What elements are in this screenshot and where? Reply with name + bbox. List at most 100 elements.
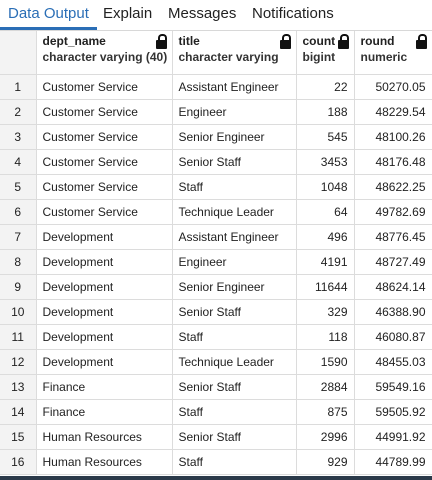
cell-count[interactable]: 2884 <box>296 374 355 400</box>
table-row[interactable]: 4 Customer Service Senior Staff 3453 48176.4… <box>0 149 432 175</box>
cell-title[interactable]: Staff <box>172 174 297 200</box>
row-number[interactable]: 7 <box>0 224 37 250</box>
row-number[interactable]: 5 <box>0 174 37 200</box>
cell-title[interactable]: Senior Staff <box>172 424 297 450</box>
column-header-dept-name[interactable]: dept_name character varying (40) <box>36 31 173 75</box>
cell-round[interactable]: 44991.92 <box>354 424 432 450</box>
table-row[interactable]: 16 Human Resources Staff 929 44789.99 <box>0 449 432 475</box>
cell-round[interactable]: 46388.90 <box>354 299 432 325</box>
cell-round[interactable]: 59505.92 <box>354 399 432 425</box>
column-header-round[interactable]: round numeric <box>354 31 432 75</box>
cell-round[interactable]: 48100.26 <box>354 124 432 150</box>
row-number[interactable]: 8 <box>0 249 37 275</box>
table-row[interactable]: 5 Customer Service Staff 1048 48622.25 <box>0 174 432 200</box>
row-number[interactable]: 15 <box>0 424 37 450</box>
row-number[interactable]: 2 <box>0 99 37 125</box>
cell-dept-name[interactable]: Finance <box>36 374 173 400</box>
row-number[interactable]: 13 <box>0 374 37 400</box>
cell-title[interactable]: Technique Leader <box>172 199 297 225</box>
tab-data-output[interactable]: Data Output <box>8 5 89 22</box>
cell-title[interactable]: Assistant Engineer <box>172 224 297 250</box>
cell-dept-name[interactable]: Development <box>36 249 173 275</box>
cell-title[interactable]: Staff <box>172 399 297 425</box>
cell-dept-name[interactable]: Customer Service <box>36 174 173 200</box>
cell-dept-name[interactable]: Development <box>36 274 173 300</box>
table-row[interactable]: 11 Development Staff 118 46080.87 <box>0 324 432 350</box>
cell-count[interactable]: 118 <box>296 324 355 350</box>
cell-round[interactable]: 46080.87 <box>354 324 432 350</box>
cell-count[interactable]: 4191 <box>296 249 355 275</box>
cell-title[interactable]: Staff <box>172 449 297 475</box>
cell-count[interactable]: 11644 <box>296 274 355 300</box>
row-number[interactable]: 12 <box>0 349 37 375</box>
table-row[interactable]: 12 Development Technique Leader 1590 48455.0… <box>0 349 432 375</box>
cell-dept-name[interactable]: Human Resources <box>36 424 173 450</box>
row-number[interactable]: 1 <box>0 74 37 100</box>
cell-round[interactable]: 48776.45 <box>354 224 432 250</box>
table-row[interactable]: 8 Development Engineer 4191 48727.49 <box>0 249 432 275</box>
row-number[interactable]: 14 <box>0 399 37 425</box>
row-number[interactable]: 4 <box>0 149 37 175</box>
column-header-count[interactable]: count bigint <box>296 31 355 75</box>
cell-title[interactable]: Senior Staff <box>172 374 297 400</box>
cell-count[interactable]: 329 <box>296 299 355 325</box>
row-number[interactable]: 9 <box>0 274 37 300</box>
cell-round[interactable]: 48176.48 <box>354 149 432 175</box>
cell-dept-name[interactable]: Customer Service <box>36 74 173 100</box>
cell-title[interactable]: Senior Staff <box>172 149 297 175</box>
column-header-title[interactable]: title character varying <box>172 31 297 75</box>
table-row[interactable]: 3 Customer Service Senior Engineer 545 48100… <box>0 124 432 150</box>
cell-dept-name[interactable]: Finance <box>36 399 173 425</box>
cell-count[interactable]: 2996 <box>296 424 355 450</box>
cell-count[interactable]: 929 <box>296 449 355 475</box>
cell-title[interactable]: Staff <box>172 324 297 350</box>
cell-count[interactable]: 22 <box>296 74 355 100</box>
cell-count[interactable]: 1048 <box>296 174 355 200</box>
cell-count[interactable]: 64 <box>296 199 355 225</box>
tab-messages[interactable]: Messages <box>168 5 236 22</box>
cell-count[interactable]: 188 <box>296 99 355 125</box>
cell-round[interactable]: 50270.05 <box>354 74 432 100</box>
cell-dept-name[interactable]: Customer Service <box>36 149 173 175</box>
cell-dept-name[interactable]: Development <box>36 224 173 250</box>
cell-round[interactable]: 59549.16 <box>354 374 432 400</box>
cell-count[interactable]: 3453 <box>296 149 355 175</box>
table-row[interactable]: 6 Customer Service Technique Leader 64 49782… <box>0 199 432 225</box>
row-number-header[interactable] <box>0 31 37 75</box>
table-row[interactable]: 10 Development Senior Staff 329 46388.90 <box>0 299 432 325</box>
table-row[interactable]: 15 Human Resources Senior Staff 2996 44991.9… <box>0 424 432 450</box>
table-row[interactable]: 7 Development Assistant Engineer 496 48776.4… <box>0 224 432 250</box>
cell-title[interactable]: Engineer <box>172 249 297 275</box>
cell-dept-name[interactable]: Customer Service <box>36 199 173 225</box>
cell-round[interactable]: 49782.69 <box>354 199 432 225</box>
cell-round[interactable]: 48455.03 <box>354 349 432 375</box>
cell-round[interactable]: 48624.14 <box>354 274 432 300</box>
cell-count[interactable]: 1590 <box>296 349 355 375</box>
cell-count[interactable]: 875 <box>296 399 355 425</box>
table-row[interactable]: 14 Finance Staff 875 59505.92 <box>0 399 432 425</box>
table-row[interactable]: 1 Customer Service Assistant Engineer 22 502… <box>0 74 432 100</box>
cell-round[interactable]: 48727.49 <box>354 249 432 275</box>
cell-title[interactable]: Engineer <box>172 99 297 125</box>
cell-count[interactable]: 496 <box>296 224 355 250</box>
tab-notifications[interactable]: Notifications <box>252 5 334 22</box>
cell-title[interactable]: Senior Engineer <box>172 124 297 150</box>
row-number[interactable]: 6 <box>0 199 37 225</box>
table-row[interactable]: 2 Customer Service Engineer 188 48229.54 <box>0 99 432 125</box>
cell-dept-name[interactable]: Customer Service <box>36 124 173 150</box>
table-row[interactable]: 9 Development Senior Engineer 11644 48624.14 <box>0 274 432 300</box>
cell-count[interactable]: 545 <box>296 124 355 150</box>
table-row[interactable]: 13 Finance Senior Staff 2884 59549.16 <box>0 374 432 400</box>
cell-round[interactable]: 44789.99 <box>354 449 432 475</box>
cell-title[interactable]: Senior Engineer <box>172 274 297 300</box>
cell-title[interactable]: Assistant Engineer <box>172 74 297 100</box>
cell-round[interactable]: 48622.25 <box>354 174 432 200</box>
tab-explain[interactable]: Explain <box>103 5 152 22</box>
cell-title[interactable]: Technique Leader <box>172 349 297 375</box>
row-number[interactable]: 3 <box>0 124 37 150</box>
cell-title[interactable]: Senior Staff <box>172 299 297 325</box>
cell-dept-name[interactable]: Development <box>36 349 173 375</box>
cell-dept-name[interactable]: Human Resources <box>36 449 173 475</box>
row-number[interactable]: 10 <box>0 299 37 325</box>
cell-dept-name[interactable]: Development <box>36 324 173 350</box>
